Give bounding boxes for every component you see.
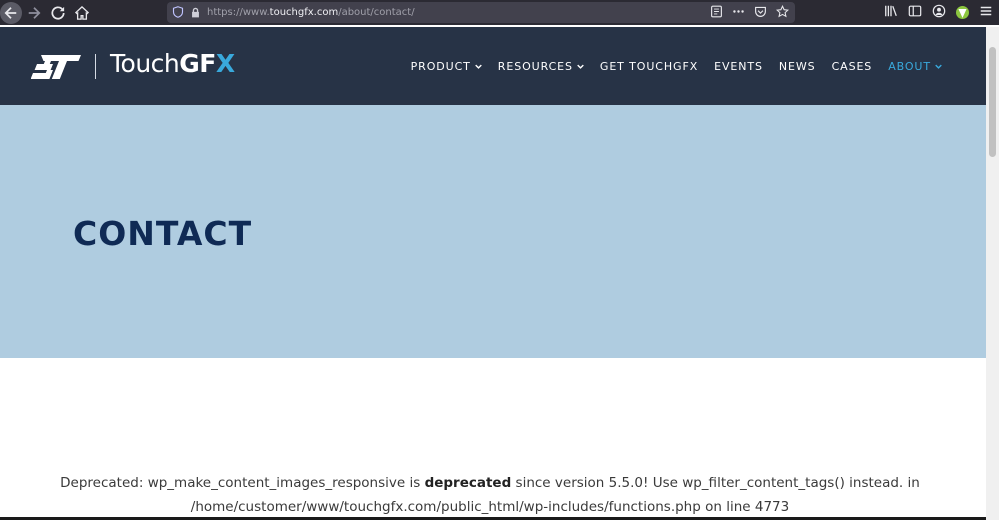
nav-item-events[interactable]: EVENTS <box>714 60 763 73</box>
forward-button[interactable] <box>22 1 46 25</box>
chevron-down-icon <box>577 64 584 69</box>
nav-item-get-touchgfx[interactable]: GET TOUCHGFX <box>600 60 698 73</box>
hero-banner: CONTACT <box>0 105 986 358</box>
site-header: TouchGFX PRODUCT RESOURCES GET TOUCHGFX … <box>0 27 986 105</box>
touchgfx-logo[interactable]: TouchGFX <box>110 49 235 78</box>
arrow-left-icon <box>4 6 17 19</box>
reload-button[interactable] <box>46 1 70 25</box>
page-scrollbar[interactable] <box>986 27 999 520</box>
reload-icon <box>51 5 65 20</box>
browser-toolbar: https://www.touchgfx.com/about/contact/ <box>0 0 999 25</box>
page-title: CONTACT <box>73 214 253 253</box>
sidebar-icon[interactable] <box>908 3 922 22</box>
logo-divider <box>95 54 96 79</box>
deprecation-notice: Deprecated: wp_make_content_images_respo… <box>60 475 920 515</box>
menu-icon[interactable] <box>979 3 993 22</box>
nav-item-cases[interactable]: CASES <box>832 60 873 73</box>
scrollbar-thumb[interactable] <box>989 47 996 157</box>
chevron-down-icon <box>475 64 482 69</box>
library-icon[interactable] <box>884 3 898 22</box>
home-button[interactable] <box>70 1 94 25</box>
st-logo[interactable] <box>30 53 83 81</box>
lock-icon[interactable] <box>190 3 201 22</box>
tracking-shield-icon[interactable] <box>172 3 184 22</box>
more-actions-icon[interactable] <box>732 3 745 22</box>
address-bar[interactable]: https://www.touchgfx.com/about/contact/ <box>167 2 795 23</box>
nav-item-about[interactable]: ABOUT <box>888 60 942 73</box>
main-content: Deprecated: wp_make_content_images_respo… <box>0 358 986 520</box>
url-text: https://www.touchgfx.com/about/contact/ <box>207 7 415 18</box>
main-navigation: PRODUCT RESOURCES GET TOUCHGFX EVENTS NE… <box>411 27 942 105</box>
home-icon <box>75 5 89 20</box>
chevron-down-icon <box>935 64 942 69</box>
nav-item-news[interactable]: NEWS <box>779 60 816 73</box>
pocket-icon[interactable] <box>754 3 767 22</box>
account-icon[interactable] <box>932 3 946 22</box>
bookmark-star-icon[interactable] <box>775 3 790 22</box>
back-button[interactable] <box>0 1 22 24</box>
reader-view-icon[interactable] <box>710 3 723 22</box>
arrow-right-icon <box>28 6 41 19</box>
extension-icon[interactable] <box>956 6 969 19</box>
nav-item-product[interactable]: PRODUCT <box>411 60 482 73</box>
nav-item-resources[interactable]: RESOURCES <box>498 60 584 73</box>
